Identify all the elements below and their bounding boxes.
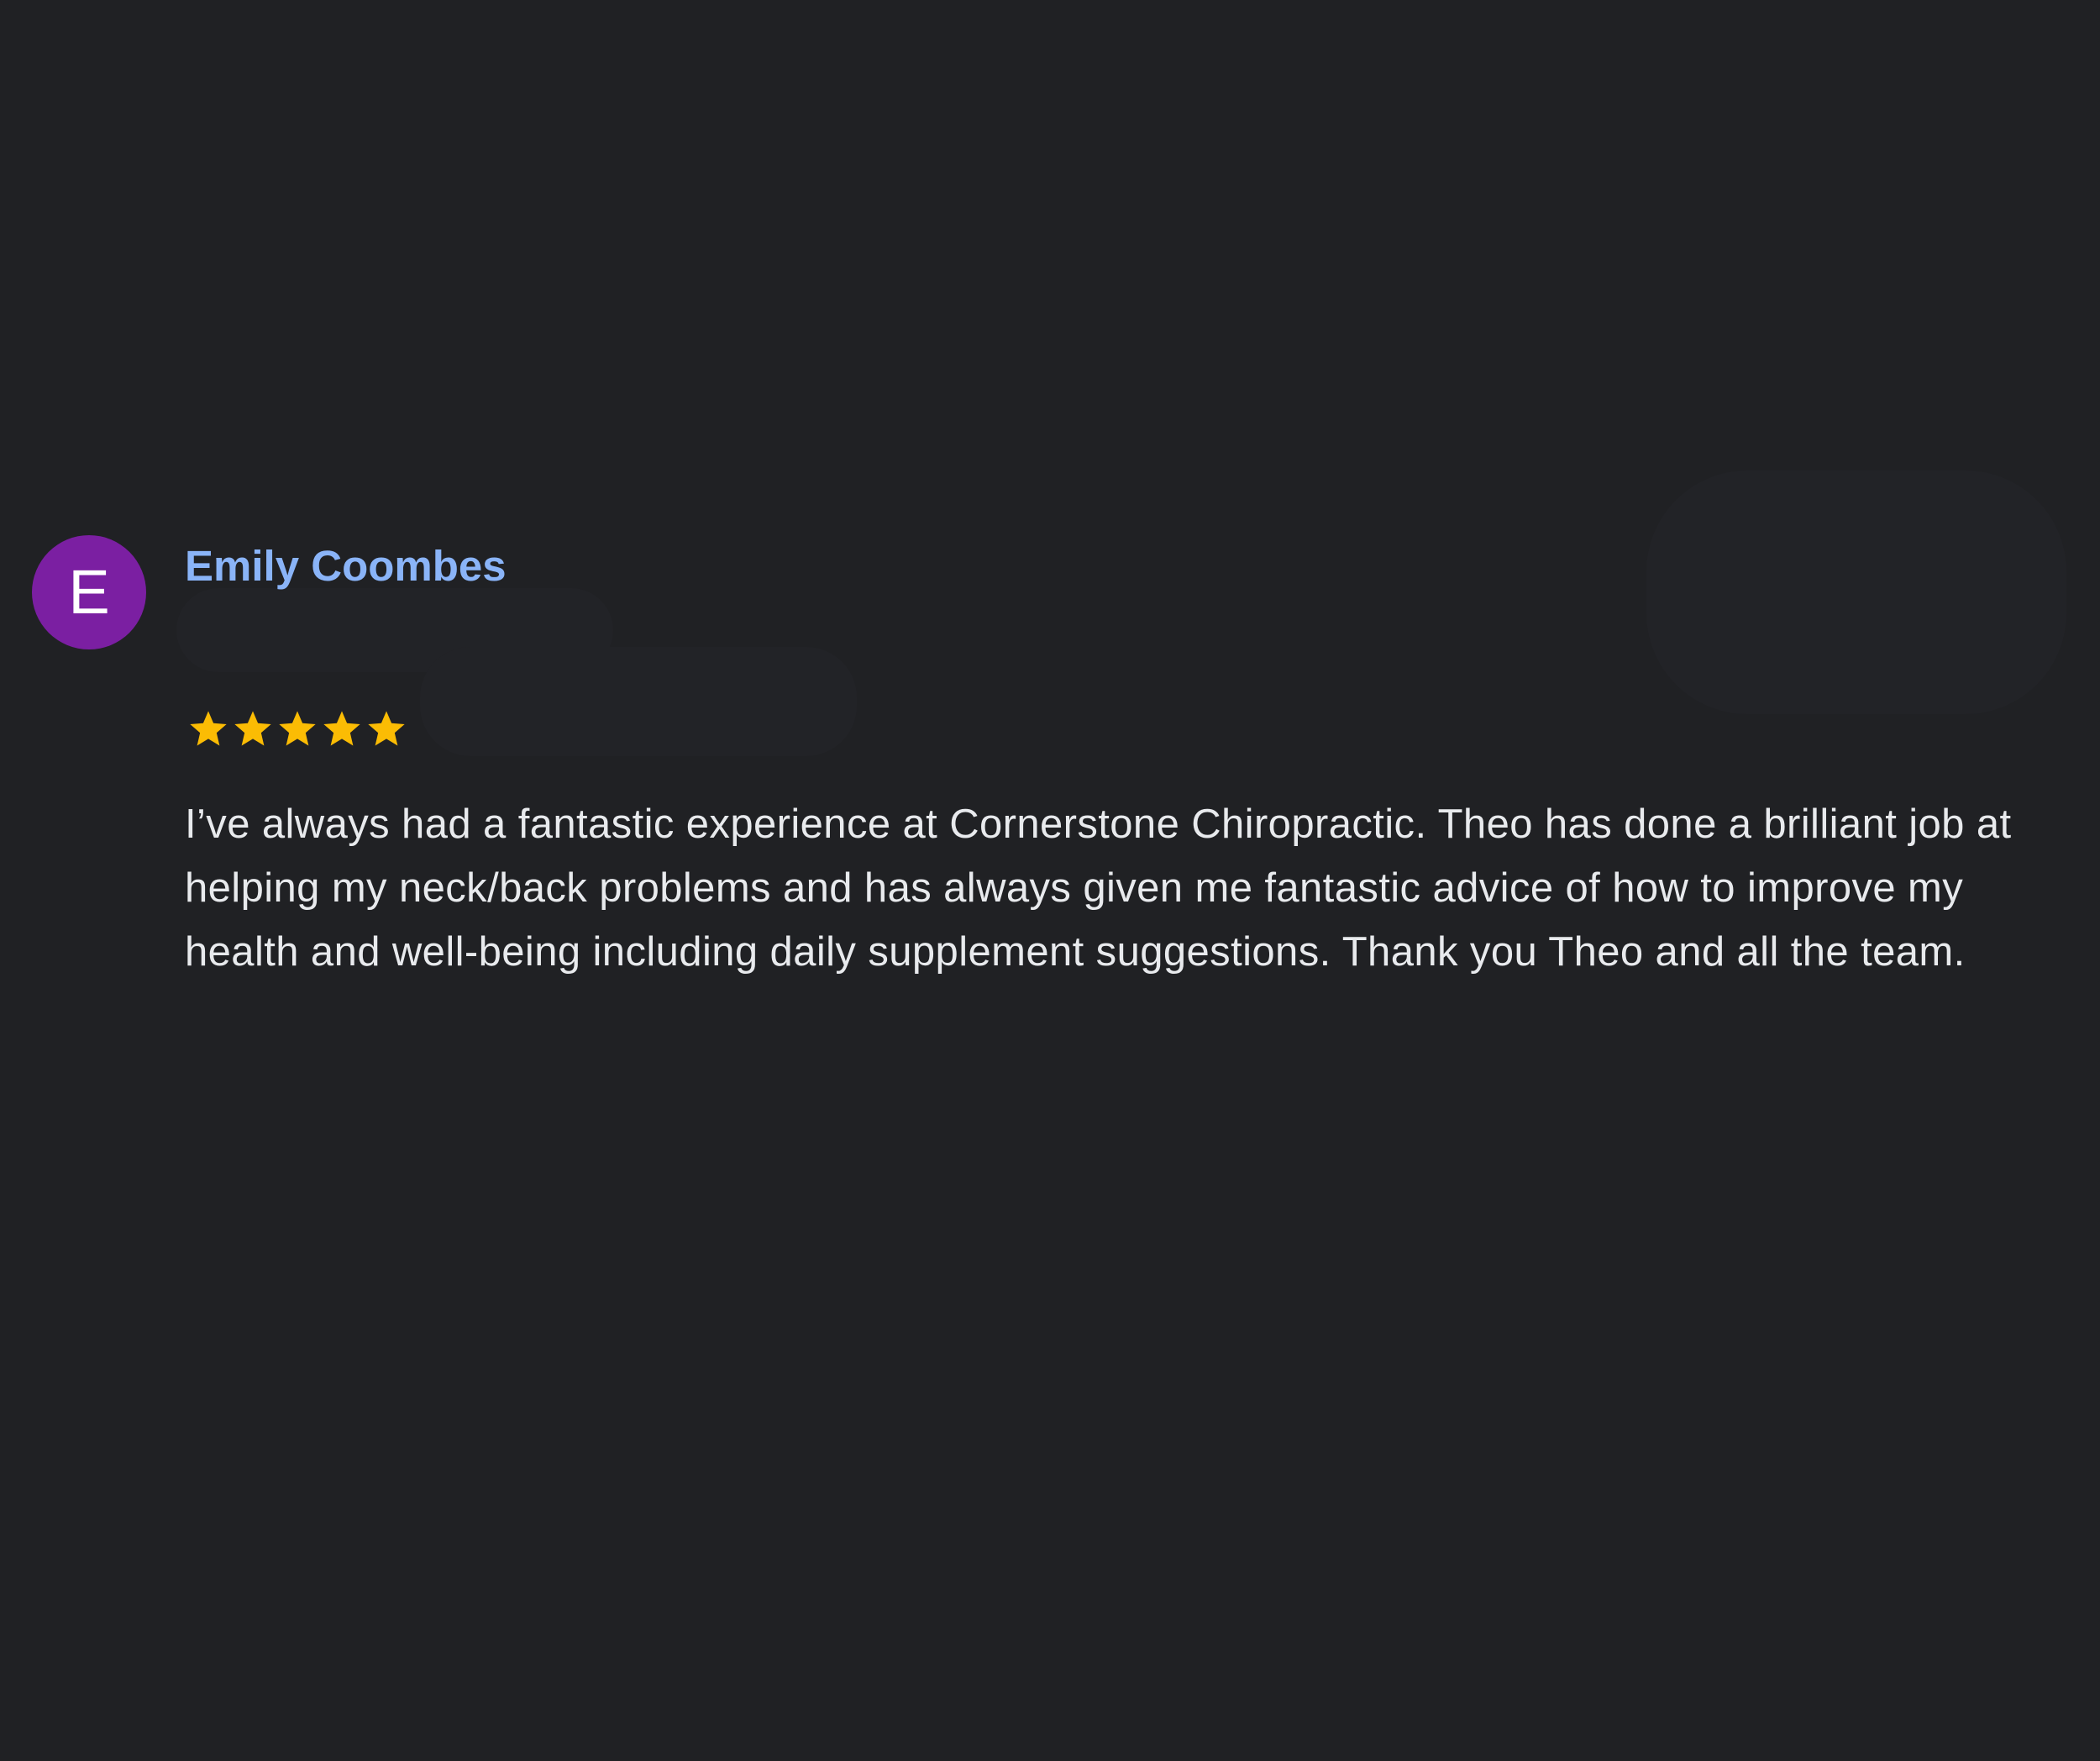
- star-icon: [231, 707, 275, 751]
- background-shape: [420, 647, 857, 756]
- review-card: E Emily Coombes I’ve always had a fantas…: [0, 0, 2100, 1761]
- reviewer-avatar[interactable]: E: [32, 535, 146, 649]
- rating-stars: [186, 704, 409, 754]
- star-icon: [365, 707, 408, 751]
- background-shape: [1646, 470, 2066, 714]
- reviewer-name-link[interactable]: Emily Coombes: [185, 538, 507, 595]
- star-icon: [186, 707, 230, 751]
- star-icon: [320, 707, 364, 751]
- star-icon: [276, 707, 319, 751]
- review-text: I’ve always had a fantastic experience a…: [185, 802, 2012, 975]
- avatar-letter: E: [68, 557, 110, 627]
